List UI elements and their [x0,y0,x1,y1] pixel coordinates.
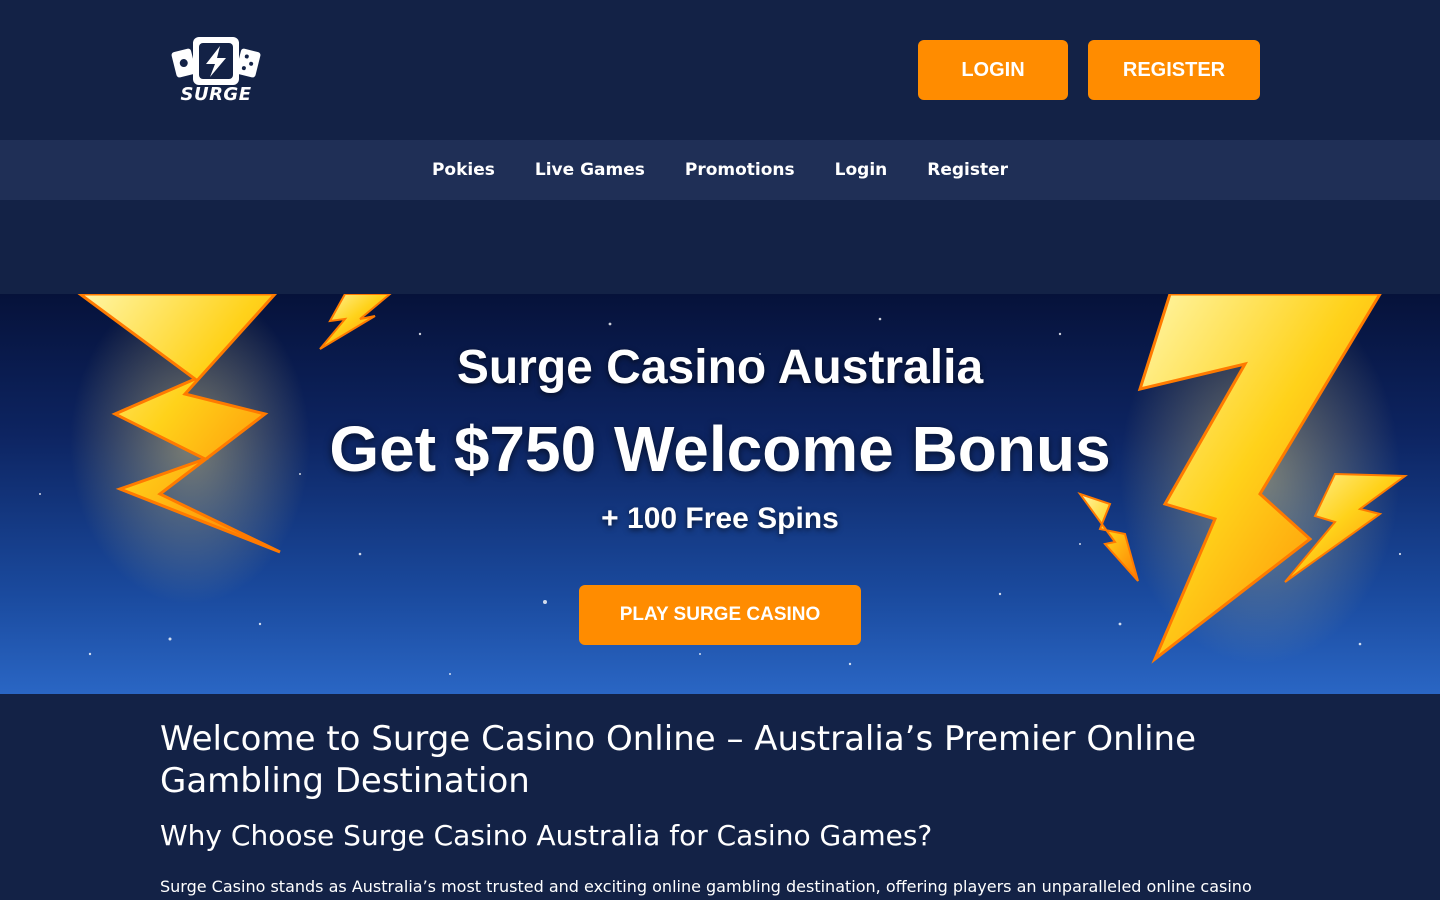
site-header: SURGE LOGIN REGISTER [0,0,1440,140]
register-button[interactable]: REGISTER [1088,40,1260,100]
nav-item-login[interactable]: Login [835,160,888,180]
nav-item-pokies[interactable]: Pokies [432,160,495,180]
hero-title: Surge Casino Australia [456,341,984,394]
nav-item-promotions[interactable]: Promotions [685,160,795,180]
intro-paragraph: Surge Casino stands as Australia’s most … [160,877,1252,896]
cards-lightning-icon [171,37,261,85]
main-nav: Pokies Live Games Promotions Login Regis… [0,140,1440,200]
play-surge-casino-button[interactable]: PLAY SURGE CASINO [579,585,861,645]
nav-item-live-games[interactable]: Live Games [535,160,645,180]
hero-bonus-headline: Get $750 Welcome Bonus [329,413,1111,485]
logo-text: SURGE [180,84,252,105]
page-title: Welcome to Surge Casino Online – Austral… [160,719,1196,801]
section-heading: Why Choose Surge Casino Australia for Ca… [160,819,933,852]
main-content: Welcome to Surge Casino Online – Austral… [160,718,1280,900]
nav-item-register[interactable]: Register [927,160,1008,180]
hero-banner: Surge Casino Australia Get $750 Welcome … [0,294,1440,694]
hero-free-spins: + 100 Free Spins [601,502,839,535]
login-button[interactable]: LOGIN [918,40,1068,100]
surge-logo[interactable]: SURGE [168,34,264,108]
